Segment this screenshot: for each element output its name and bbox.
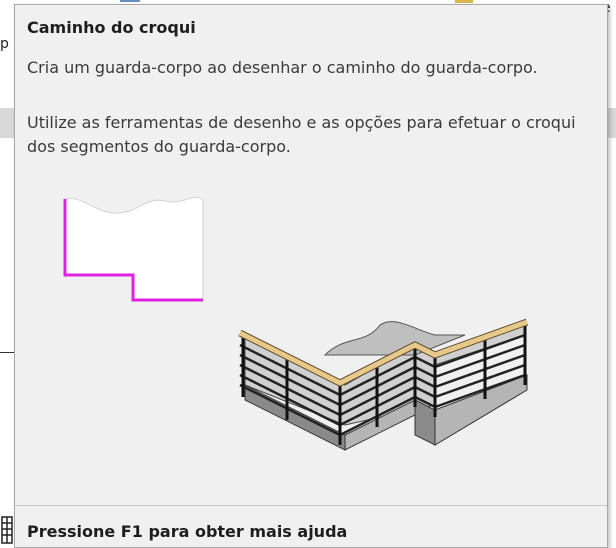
tooltip-illustration xyxy=(63,196,529,451)
tooltip-divider xyxy=(15,505,607,506)
tooltip-title: Caminho do croqui xyxy=(27,18,196,37)
background-icon-edge-blue xyxy=(120,0,140,2)
background-grid-icon xyxy=(1,516,13,544)
tooltip-description: Cria um guarda-corpo ao desenhar o camin… xyxy=(27,58,538,77)
tooltip-detail: Utilize as ferramentas de desenho e as o… xyxy=(27,113,576,156)
background-text-fragment: p xyxy=(0,36,9,52)
tooltip-help-hint: Pressione F1 para obter mais ajuda xyxy=(27,522,348,541)
background-app-panel xyxy=(0,0,14,548)
railing-3d-icon xyxy=(238,318,529,451)
sketch-path-icon xyxy=(63,196,204,302)
background-divider xyxy=(0,352,14,353)
background-icon-edge xyxy=(455,0,473,3)
tooltip-panel: Caminho do croqui Cria um guarda-corpo a… xyxy=(14,4,608,548)
